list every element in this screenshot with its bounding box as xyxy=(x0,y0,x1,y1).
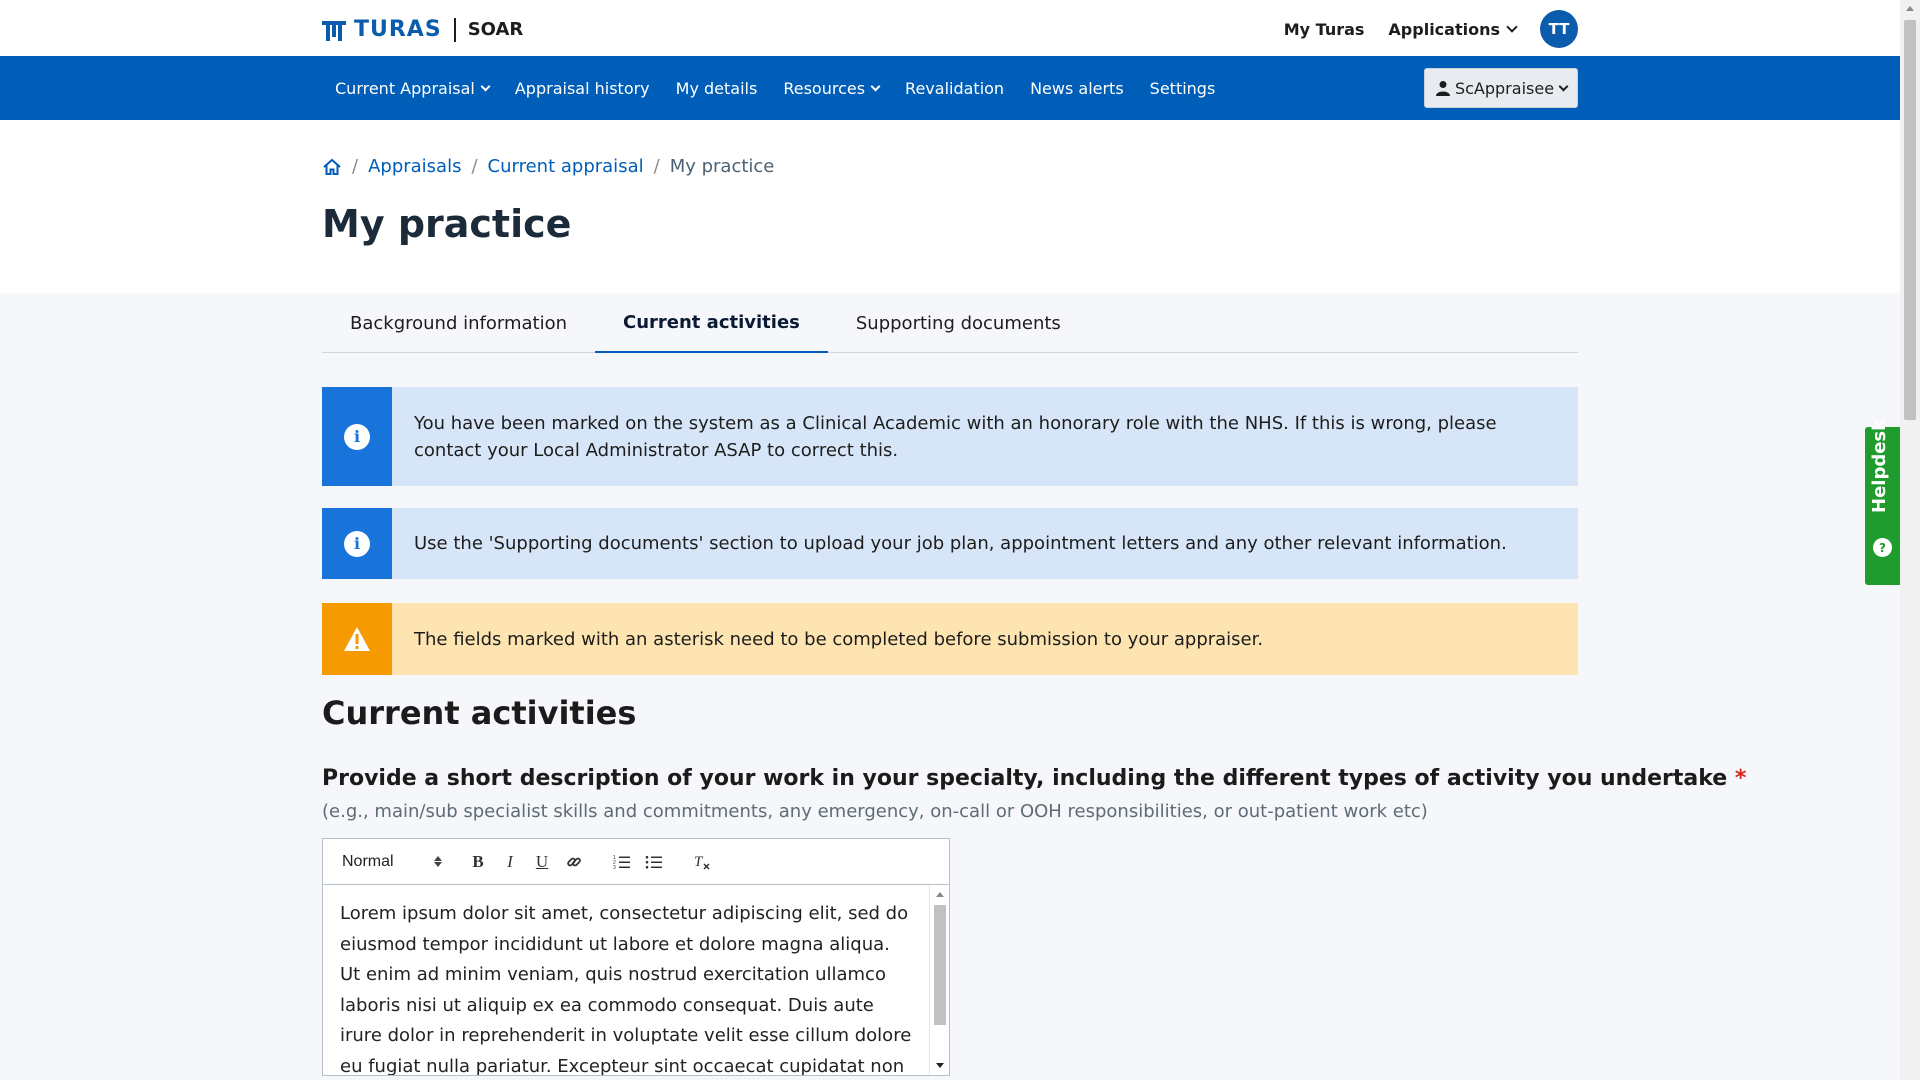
main-nav-items: Current Appraisal Appraisal history My d… xyxy=(322,56,1228,120)
turas-logo-icon xyxy=(322,20,346,41)
breadcrumb-appraisals[interactable]: Appraisals xyxy=(368,156,461,177)
nav-item-label: Resources xyxy=(783,78,866,98)
top-right-nav: My Turas Applications TT xyxy=(1284,10,1578,48)
select-arrows-icon xyxy=(434,856,442,867)
nav-item-label: My details xyxy=(675,78,758,98)
field-hint: (e.g., main/sub specialist skills and co… xyxy=(322,801,1428,822)
alert-text: The fields marked with an asterisk need … xyxy=(414,628,1264,650)
chevron-down-icon xyxy=(480,81,491,91)
alert-text: You have been marked on the system as a … xyxy=(414,412,1497,461)
page-scrollbar-thumb[interactable] xyxy=(1904,20,1916,420)
tab-current-activities[interactable]: Current activities xyxy=(595,293,828,353)
my-turas-link[interactable]: My Turas xyxy=(1284,20,1365,39)
page-title: My practice xyxy=(322,202,572,246)
nav-current-appraisal[interactable]: Current Appraisal xyxy=(322,79,502,98)
ordered-list-icon: 1 2 3 xyxy=(613,855,630,870)
nav-item-label: News alerts xyxy=(1030,78,1124,98)
brand-name: TURAS xyxy=(354,17,442,42)
role-label: ScAppraisee xyxy=(1454,78,1555,98)
nav-item-label: Current Appraisal xyxy=(335,78,475,98)
section-tabs: Background information Current activitie… xyxy=(322,293,1578,353)
alert-text: Use the 'Supporting documents' section t… xyxy=(414,533,1507,554)
alert-icon-box: i xyxy=(322,387,392,486)
editor-scrollbar[interactable] xyxy=(929,885,949,1075)
app-name: SOAR xyxy=(467,19,524,40)
format-select[interactable]: Normal xyxy=(342,853,442,871)
nav-my-details[interactable]: My details xyxy=(663,79,771,98)
rich-text-editor: Normal B I U 1 2 3 T Lorem ipsum dolor s… xyxy=(322,838,950,1076)
warning-icon xyxy=(344,627,370,651)
alert-icon-box xyxy=(322,603,392,675)
nav-item-label: Settings xyxy=(1149,78,1216,98)
turas-soar-logo[interactable]: TURAS SOAR xyxy=(322,17,523,42)
helpdesk-label: Helpdesk xyxy=(1869,418,1890,513)
warning-alert-asterisk: The fields marked with an asterisk need … xyxy=(322,603,1578,675)
breadcrumb-separator: / xyxy=(352,156,359,177)
field-label-text: Provide a short description of your work… xyxy=(322,766,1728,791)
breadcrumb-separator: / xyxy=(471,156,478,177)
chevron-down-icon xyxy=(1506,21,1518,33)
applications-label: Applications xyxy=(1388,19,1500,39)
person-icon xyxy=(1435,81,1450,96)
scroll-up-arrow-icon[interactable] xyxy=(1906,6,1914,11)
scroll-down-arrow-icon[interactable] xyxy=(936,1063,944,1068)
editor-content[interactable]: Lorem ipsum dolor sit amet, consectetur … xyxy=(323,885,929,1075)
clear-format-button[interactable]: T xyxy=(686,848,718,876)
nav-resources[interactable]: Resources xyxy=(770,79,892,98)
breadcrumb-current: My practice xyxy=(669,156,775,177)
main-nav-bar: Current Appraisal Appraisal history My d… xyxy=(0,56,1900,120)
role-switcher-button[interactable]: ScAppraisee xyxy=(1424,68,1578,108)
breadcrumb-current-appraisal[interactable]: Current appraisal xyxy=(488,156,644,177)
info-icon: i xyxy=(344,530,370,557)
link-button[interactable] xyxy=(558,848,590,876)
svg-text:3: 3 xyxy=(613,865,616,870)
clear-format-icon: T xyxy=(694,854,710,870)
tab-background-information[interactable]: Background information xyxy=(322,293,595,353)
scroll-up-arrow-icon[interactable] xyxy=(936,892,944,897)
section-title: Current activities xyxy=(322,694,637,732)
editor-toolbar: Normal B I U 1 2 3 T xyxy=(323,839,949,885)
applications-menu[interactable]: Applications xyxy=(1388,19,1518,39)
bold-button[interactable]: B xyxy=(462,848,494,876)
page-scrollbar[interactable] xyxy=(1900,0,1920,1080)
svg-text:T: T xyxy=(694,854,704,870)
scrollbar-thumb[interactable] xyxy=(934,905,946,1025)
breadcrumb: / Appraisals / Current appraisal / My pr… xyxy=(322,156,774,177)
format-select-value: Normal xyxy=(342,852,394,870)
alert-icon-box: i xyxy=(322,508,392,579)
field-label: Provide a short description of your work… xyxy=(322,766,1746,791)
nav-appraisal-history[interactable]: Appraisal history xyxy=(502,79,663,98)
bullet-list-icon xyxy=(645,855,662,868)
bullet-list-button[interactable] xyxy=(638,848,670,876)
info-alert-clinical-academic: i You have been marked on the system as … xyxy=(322,387,1578,486)
help-question-icon: ? xyxy=(1873,538,1892,557)
link-icon xyxy=(567,857,581,866)
nav-item-label: Appraisal history xyxy=(514,78,650,98)
top-bar: TURAS SOAR My Turas Applications TT xyxy=(0,0,1900,56)
info-alert-supporting-documents: i Use the 'Supporting documents' section… xyxy=(322,508,1578,579)
nav-item-label: Revalidation xyxy=(905,78,1005,98)
home-icon[interactable] xyxy=(322,157,342,177)
nav-settings[interactable]: Settings xyxy=(1137,79,1229,98)
logo-divider xyxy=(453,17,456,42)
ordered-list-button[interactable]: 1 2 3 xyxy=(606,848,638,876)
nav-revalidation[interactable]: Revalidation xyxy=(892,79,1017,98)
required-asterisk: * xyxy=(1734,766,1747,791)
chevron-down-icon xyxy=(1558,81,1569,91)
chevron-down-icon xyxy=(870,81,881,91)
italic-button[interactable]: I xyxy=(494,848,526,876)
helpdesk-tab[interactable]: Helpdesk ? xyxy=(1865,418,1900,585)
page-header: / Appraisals / Current appraisal / My pr… xyxy=(0,120,1900,293)
underline-button[interactable]: U xyxy=(526,848,558,876)
tab-supporting-documents[interactable]: Supporting documents xyxy=(828,293,1089,353)
nav-news-alerts[interactable]: News alerts xyxy=(1017,79,1137,98)
user-avatar[interactable]: TT xyxy=(1540,10,1578,48)
info-icon: i xyxy=(344,423,370,450)
breadcrumb-separator: / xyxy=(653,156,660,177)
